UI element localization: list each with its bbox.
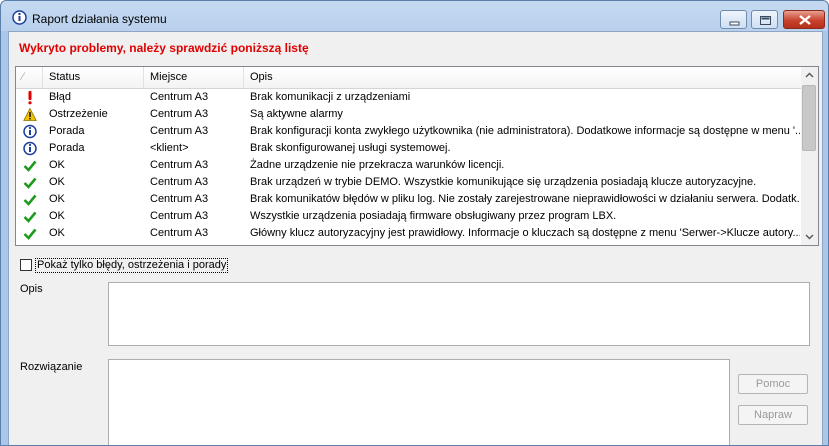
table-row[interactable]: Porada <klient> Brak skonfigurowanej usług… bbox=[16, 140, 801, 157]
report-list[interactable]: ⁄ Status Miejsce Opis Błąd Centrum A3 Brak… bbox=[15, 66, 819, 246]
row-description: Brak komunikatów błędów w pliku log. Nie… bbox=[250, 193, 800, 205]
row-status: Ostrzeżenie bbox=[49, 108, 108, 120]
check-icon bbox=[23, 194, 37, 206]
minimize-icon bbox=[729, 21, 740, 26]
table-row[interactable]: Porada Centrum A3 Brak konfiguracji konta … bbox=[16, 123, 801, 140]
row-place: Centrum A3 bbox=[150, 210, 209, 222]
row-description: Brak urządzeń w trybie DEMO. Wszystkie k… bbox=[250, 176, 757, 188]
row-place: Centrum A3 bbox=[150, 193, 209, 205]
report-window: Raport działania systemu Wykryto problem… bbox=[0, 0, 829, 446]
row-status: OK bbox=[49, 193, 65, 205]
row-place: Centrum A3 bbox=[150, 125, 209, 137]
row-place: Centrum A3 bbox=[150, 159, 209, 171]
row-status: Porada bbox=[49, 142, 85, 154]
row-description: Brak skonfigurowanej usługi systemowej. bbox=[250, 142, 451, 154]
list-header: ⁄ Status Miejsce Opis bbox=[16, 67, 801, 89]
scroll-up-icon[interactable] bbox=[801, 67, 818, 84]
row-description: Główny klucz autoryzacyjny jest prawidło… bbox=[250, 227, 800, 239]
table-row[interactable]: Błąd Centrum A3 Brak komunikacji z urządze… bbox=[16, 89, 801, 106]
table-row[interactable]: OK Centrum A3 Żadne urządzenie nie przekra… bbox=[16, 157, 801, 174]
row-status: OK bbox=[49, 227, 65, 239]
row-place: Centrum A3 bbox=[150, 227, 209, 239]
check-icon bbox=[23, 211, 37, 223]
row-status: Błąd bbox=[49, 91, 72, 103]
row-description: Brak komunikacji z urządzeniami bbox=[250, 91, 411, 103]
column-header-place[interactable]: Miejsce bbox=[144, 67, 244, 88]
column-header-description[interactable]: Opis bbox=[244, 67, 801, 88]
problem-headline: Wykryto problemy, należy sprawdzić poniż… bbox=[19, 41, 309, 55]
maximize-icon bbox=[760, 16, 771, 25]
minimize-button[interactable] bbox=[720, 10, 747, 29]
solution-field[interactable] bbox=[108, 359, 730, 445]
row-description: Są aktywne alarmy bbox=[250, 108, 343, 120]
row-status: OK bbox=[49, 159, 65, 171]
check-icon bbox=[23, 160, 37, 172]
row-place: Centrum A3 bbox=[150, 91, 209, 103]
row-status: OK bbox=[49, 210, 65, 222]
table-row[interactable]: OK Centrum A3 Brak komunikatów błędów w pl… bbox=[16, 191, 801, 208]
info-icon bbox=[23, 124, 37, 139]
row-description: Brak konfiguracji konta zwykłego użytkow… bbox=[250, 125, 800, 137]
description-field[interactable] bbox=[108, 282, 810, 346]
table-row[interactable]: OK Centrum A3 Wszystkie urządzenia posiada… bbox=[16, 208, 801, 225]
list-scrollbar[interactable] bbox=[801, 67, 818, 245]
row-description: Wszystkie urządzenia posiadają firmware … bbox=[250, 210, 617, 222]
row-place: Centrum A3 bbox=[150, 108, 209, 120]
error-icon bbox=[28, 91, 32, 105]
scrollbar-thumb[interactable] bbox=[802, 85, 816, 151]
row-status: Porada bbox=[49, 125, 85, 137]
title-bar[interactable]: Raport działania systemu bbox=[1, 1, 828, 31]
info-icon bbox=[23, 141, 37, 156]
help-button[interactable]: Pomoc bbox=[738, 374, 808, 394]
table-row[interactable]: OK Centrum A3 Główny klucz autoryzacyjny j… bbox=[16, 225, 801, 242]
check-icon bbox=[23, 228, 37, 240]
check-icon bbox=[23, 177, 37, 189]
info-icon bbox=[12, 10, 27, 25]
scroll-down-icon[interactable] bbox=[801, 228, 818, 245]
row-status: OK bbox=[49, 176, 65, 188]
solution-label: Rozwiązanie bbox=[20, 361, 83, 373]
close-button[interactable] bbox=[783, 10, 825, 29]
filter-checkbox[interactable] bbox=[20, 259, 32, 271]
column-header-status[interactable]: Status bbox=[43, 67, 144, 88]
row-place: <klient> bbox=[150, 142, 189, 154]
row-description: Żadne urządzenie nie przekracza warunków… bbox=[250, 159, 505, 171]
close-icon bbox=[799, 15, 811, 25]
maximize-button[interactable] bbox=[751, 10, 778, 29]
fix-button[interactable]: Napraw bbox=[738, 405, 808, 425]
table-row[interactable]: Ostrzeżenie Centrum A3 Są aktywne alarmy bbox=[16, 106, 801, 123]
description-label: Opis bbox=[20, 283, 43, 295]
window-title: Raport działania systemu bbox=[32, 12, 167, 26]
row-place: Centrum A3 bbox=[150, 176, 209, 188]
table-row[interactable]: OK Centrum A3 Brak urządzeń w trybie DEMO.… bbox=[16, 174, 801, 191]
sort-column-header[interactable]: ⁄ bbox=[16, 67, 43, 88]
filter-checkbox-label[interactable]: Pokaż tylko błędy, ostrzeżenia i porady bbox=[35, 258, 229, 273]
warning-icon bbox=[23, 107, 37, 121]
window-client: Wykryto problemy, należy sprawdzić poniż… bbox=[8, 31, 823, 445]
